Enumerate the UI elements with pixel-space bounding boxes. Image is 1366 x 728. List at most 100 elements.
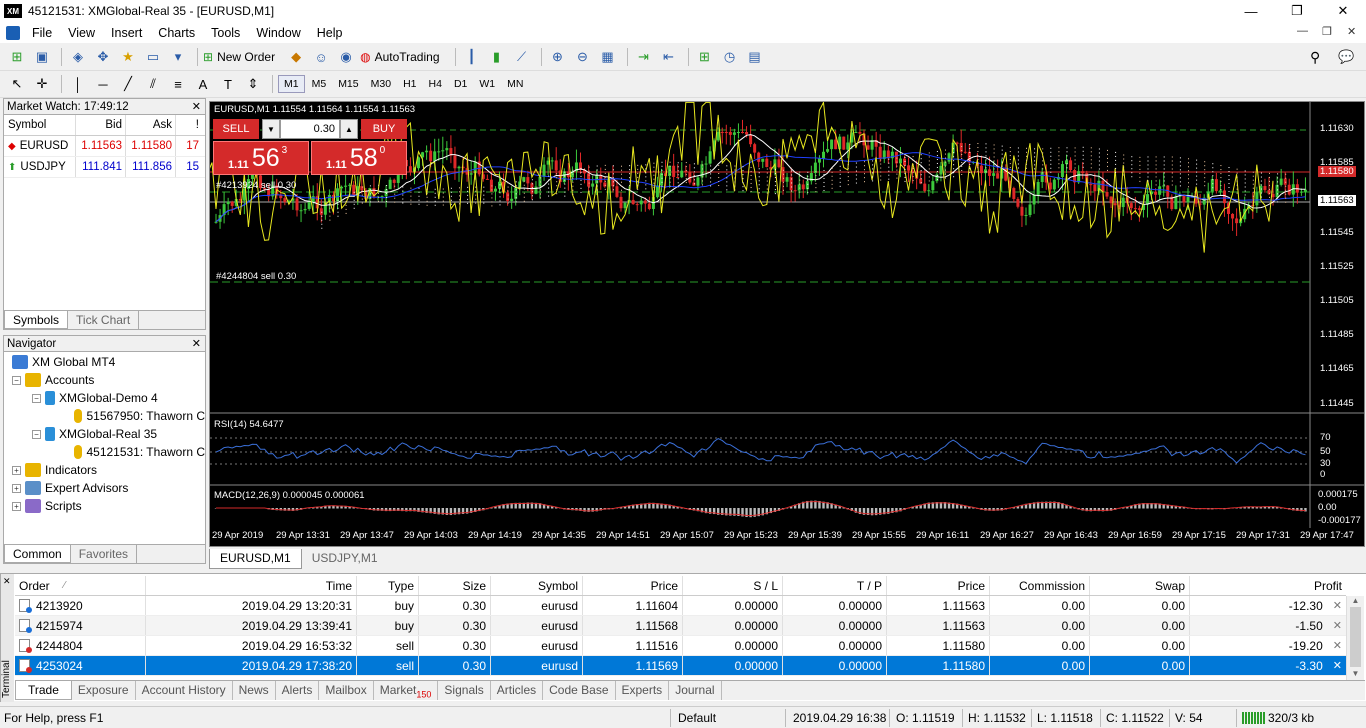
tab-symbols[interactable]: Symbols (4, 311, 69, 329)
col-sl[interactable]: S / L (683, 576, 783, 595)
nav-item-server-real[interactable]: − XMGlobal-Real 35 (4, 425, 205, 443)
tab-signals[interactable]: Signals (438, 681, 491, 700)
time-axis[interactable]: 29 Apr 2019 29 Apr 13:31 29 Apr 13:47 29 Ap… (210, 528, 1354, 546)
buy-price-button[interactable]: 1.11 58 0 (311, 141, 407, 175)
tab-favorites[interactable]: Favorites (71, 545, 138, 563)
channel-icon[interactable]: ⫽ (142, 74, 164, 94)
auto-scroll-icon[interactable]: ⇥ (633, 47, 655, 67)
price-axis[interactable]: 1.11630 1.11585 1.11563 1.11545 1.11525 1.115… (1316, 102, 1364, 412)
menu-charts[interactable]: Charts (150, 26, 203, 40)
lot-increase-icon[interactable]: ▲ (340, 119, 358, 139)
tile-windows-icon[interactable]: ▦ (597, 47, 619, 67)
terminal-close-icon[interactable]: ✕ (3, 576, 11, 587)
col-bid[interactable]: Bid (76, 115, 126, 135)
menu-view[interactable]: View (60, 26, 103, 40)
close-order-icon[interactable]: ✕ (1333, 659, 1342, 672)
minimize-button[interactable]: — (1228, 0, 1274, 22)
lot-size-input[interactable]: 0.30 (280, 119, 340, 139)
bar-chart-icon[interactable]: ┃ (461, 47, 483, 67)
tab-news[interactable]: News (233, 681, 276, 700)
col-order[interactable]: Order ⁄ (15, 576, 146, 595)
col-time[interactable]: Time (146, 576, 357, 595)
timeframe-m5[interactable]: M5 (307, 76, 332, 92)
close-button[interactable]: ✕ (1320, 0, 1366, 22)
col-symbol[interactable]: Symbol (4, 115, 76, 135)
search-icon[interactable]: ⚲ (1310, 49, 1320, 66)
expand-icon[interactable]: + (12, 501, 21, 511)
tab-journal[interactable]: Journal (669, 681, 722, 700)
tab-experts[interactable]: Experts (616, 681, 670, 700)
nav-item-server-demo[interactable]: − XMGlobal-Demo 4 (4, 389, 205, 407)
text-label-icon[interactable]: T (217, 74, 239, 94)
tab-tick-chart[interactable]: Tick Chart (68, 311, 140, 329)
nav-item-account-demo[interactable]: 51567950: Thaworn C (4, 407, 205, 425)
collapse-icon[interactable]: − (32, 393, 41, 403)
mdi-close-icon[interactable]: ✕ (1347, 25, 1356, 38)
nav-item-indicators[interactable]: + Indicators (4, 461, 205, 479)
menu-window[interactable]: Window (248, 26, 308, 40)
collapse-icon[interactable]: − (12, 375, 21, 385)
col-commission[interactable]: Commission (990, 576, 1090, 595)
chart-tab-eurusd[interactable]: EURUSD,M1 (209, 549, 302, 569)
metaeditor-icon[interactable]: ◆ (285, 47, 307, 67)
terminal-scrollbar[interactable]: ▲ ▼ (1346, 596, 1364, 680)
periods-icon[interactable]: ◷ (719, 47, 741, 67)
sell-button-top[interactable]: SELL (213, 119, 259, 139)
expand-icon[interactable]: + (12, 465, 21, 475)
menu-file[interactable]: File (24, 26, 60, 40)
lot-decrease-icon[interactable]: ▼ (262, 119, 280, 139)
indicators-icon[interactable]: ⊞ (694, 47, 716, 67)
terminal-icon[interactable]: ▭ (142, 47, 164, 67)
timeframe-h1[interactable]: H1 (398, 76, 421, 92)
tab-exposure[interactable]: Exposure (72, 681, 136, 700)
market-watch-close-icon[interactable]: ✕ (192, 100, 201, 113)
tab-mailbox[interactable]: Mailbox (319, 681, 374, 700)
nav-item-accounts[interactable]: − Accounts (4, 371, 205, 389)
timeframe-m15[interactable]: M15 (333, 76, 363, 92)
menu-help[interactable]: Help (309, 26, 351, 40)
horizontal-line-icon[interactable]: ─ (92, 74, 114, 94)
cursor-icon[interactable]: ↖ (6, 74, 28, 94)
crosshair-icon[interactable]: ✛ (31, 74, 53, 94)
mdi-minimize-icon[interactable]: — (1297, 25, 1308, 37)
tab-alerts[interactable]: Alerts (276, 681, 320, 700)
close-order-icon[interactable]: ✕ (1333, 599, 1342, 612)
col-tp[interactable]: T / P (783, 576, 887, 595)
col-price[interactable]: Price (583, 576, 683, 595)
menu-insert[interactable]: Insert (103, 26, 150, 40)
navigator-icon[interactable]: ★ (117, 47, 139, 67)
table-row[interactable]: 4253024 2019.04.29 17:38:20 sell 0.30 eurusd… (15, 656, 1346, 676)
chat-icon[interactable]: 💬 (1338, 49, 1354, 65)
vertical-line-icon[interactable]: │ (67, 74, 89, 94)
table-row[interactable]: 4213920 2019.04.29 13:20:31 buy 0.30 eurusd 1… (15, 596, 1346, 616)
status-profile[interactable]: Default (678, 711, 716, 725)
tab-account-history[interactable]: Account History (136, 681, 233, 700)
restore-button[interactable]: ❐ (1274, 0, 1320, 22)
buy-button-top[interactable]: BUY (361, 119, 407, 139)
timeframe-d1[interactable]: D1 (449, 76, 472, 92)
nav-item-root[interactable]: XM Global MT4 (4, 353, 205, 371)
col-type[interactable]: Type (357, 576, 419, 595)
zoom-out-icon[interactable]: ⊖ (572, 47, 594, 67)
timeframe-h4[interactable]: H4 (424, 76, 447, 92)
data-window-icon[interactable]: ✥ (92, 47, 114, 67)
col-current-price[interactable]: Price (887, 576, 990, 595)
col-size[interactable]: Size (419, 576, 491, 595)
col-spread[interactable]: ! (176, 115, 203, 135)
community-icon[interactable]: ☺ (310, 47, 332, 67)
expand-icon[interactable]: + (12, 483, 21, 493)
tab-articles[interactable]: Articles (491, 681, 544, 700)
mdi-chart-icon[interactable] (6, 25, 20, 40)
timeframe-m1[interactable]: M1 (278, 75, 305, 93)
tab-common[interactable]: Common (4, 545, 71, 563)
market-watch-row-usdjpy[interactable]: ⬆ USDJPY 111.841 111.856 15 (4, 157, 205, 178)
text-icon[interactable]: A (192, 74, 214, 94)
tester-icon[interactable]: ▾ (167, 47, 189, 67)
timeframe-m30[interactable]: M30 (366, 76, 396, 92)
menu-tools[interactable]: Tools (203, 26, 248, 40)
profiles-icon[interactable]: ▣ (31, 47, 53, 67)
navigator-close-icon[interactable]: ✕ (192, 337, 201, 350)
sell-price-button[interactable]: 1.11 56 3 (213, 141, 309, 175)
new-chart-icon[interactable]: ⊞ (6, 47, 28, 67)
col-profit[interactable]: Profit (1190, 576, 1346, 595)
